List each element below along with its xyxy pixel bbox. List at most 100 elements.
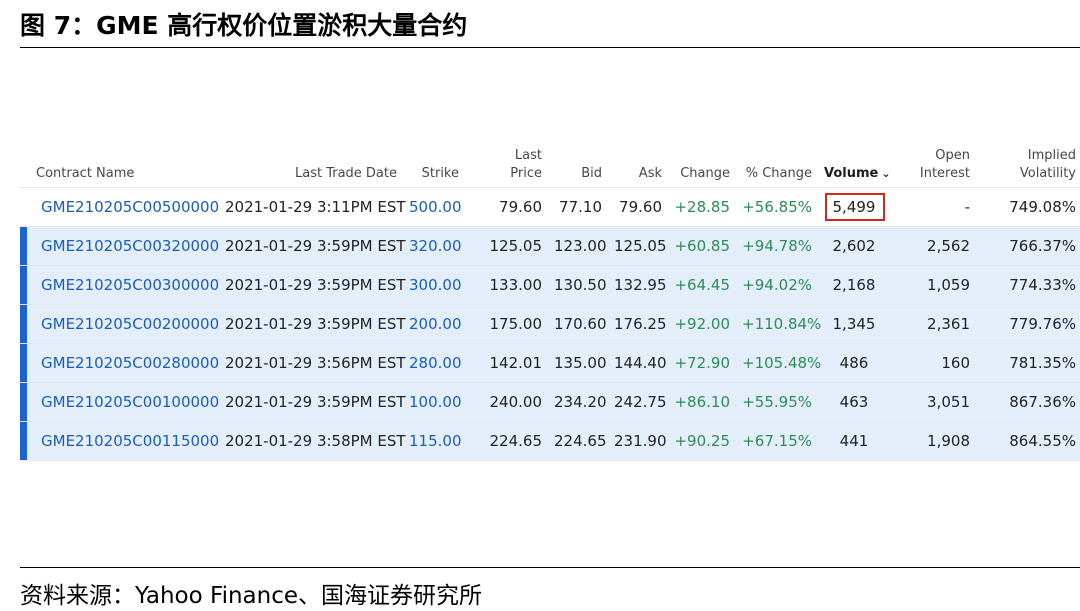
contract-name-link[interactable]: GME210205C00200000: [20, 304, 219, 344]
last-price-cell: 125.05: [465, 226, 548, 266]
bid-cell: 234.20: [548, 382, 608, 422]
col-header-contract-name[interactable]: Contract Name: [20, 143, 219, 188]
volume-cell: 5,499: [818, 187, 890, 227]
bid-cell: 77.10: [548, 187, 608, 227]
last-trade-date-cell: 2021-01-29 3:59PM EST: [219, 304, 406, 344]
pct-change-cell: +67.15%: [736, 421, 818, 461]
volume-cell: 2,602: [818, 226, 890, 266]
col-header-strike[interactable]: Strike: [403, 143, 465, 188]
table-row: GME210205C00115000 2021-01-29 3:58PM EST 1…: [20, 421, 1080, 461]
pct-change-cell: +94.02%: [736, 265, 818, 305]
last-trade-date-cell: 2021-01-29 3:59PM EST: [219, 265, 406, 305]
implied-volatility-cell: 781.35%: [976, 343, 1080, 383]
last-trade-date-cell: 2021-01-29 3:11PM EST: [219, 187, 406, 227]
last-price-cell: 133.00: [465, 265, 548, 305]
last-trade-date-cell: 2021-01-29 3:59PM EST: [219, 382, 406, 422]
col-header-open-interest[interactable]: Open Interest: [890, 143, 976, 188]
contract-name-link[interactable]: GME210205C00300000: [20, 265, 219, 305]
contract-name-link[interactable]: GME210205C00500000: [20, 187, 219, 227]
ask-cell: 132.95: [608, 265, 668, 305]
col-header-implied-volatility[interactable]: Implied Volatility: [976, 143, 1080, 188]
change-cell: +86.10: [668, 382, 736, 422]
ask-cell: 144.40: [608, 343, 668, 383]
implied-volatility-cell: 749.08%: [976, 187, 1080, 227]
strike-link[interactable]: 280.00: [403, 343, 465, 383]
volume-cell: 441: [818, 421, 890, 461]
title-rule: [20, 47, 1080, 48]
contract-name-link[interactable]: GME210205C00320000: [20, 226, 219, 266]
strike-link[interactable]: 300.00: [403, 265, 465, 305]
strike-link[interactable]: 100.00: [403, 382, 465, 422]
implied-volatility-cell: 867.36%: [976, 382, 1080, 422]
strike-link[interactable]: 200.00: [403, 304, 465, 344]
contract-name-link[interactable]: GME210205C00100000: [20, 382, 219, 422]
open-interest-cell: 3,051: [890, 382, 976, 422]
ask-cell: 231.90: [608, 421, 668, 461]
last-trade-date-cell: 2021-01-29 3:58PM EST: [219, 421, 406, 461]
col-header-pct-change[interactable]: % Change: [736, 143, 818, 188]
strike-link[interactable]: 500.00: [403, 187, 465, 227]
implied-volatility-cell: 779.76%: [976, 304, 1080, 344]
chevron-down-icon: ⌄: [881, 167, 891, 180]
options-table: Contract Name Last Trade Date Strike Las…: [20, 143, 1080, 461]
ask-cell: 125.05: [608, 226, 668, 266]
last-price-cell: 79.60: [465, 187, 548, 227]
implied-volatility-cell: 864.55%: [976, 421, 1080, 461]
bid-cell: 123.00: [548, 226, 608, 266]
open-interest-cell: 1,908: [890, 421, 976, 461]
ask-cell: 176.25: [608, 304, 668, 344]
table-row: GME210205C00200000 2021-01-29 3:59PM EST 2…: [20, 304, 1080, 344]
bid-cell: 130.50: [548, 265, 608, 305]
col-header-last-trade-date[interactable]: Last Trade Date: [219, 143, 403, 188]
volume-cell: 486: [818, 343, 890, 383]
change-cell: +90.25: [668, 421, 736, 461]
open-interest-cell: -: [890, 187, 976, 227]
volume-cell: 463: [818, 382, 890, 422]
last-trade-date-cell: 2021-01-29 3:59PM EST: [219, 226, 406, 266]
volume-cell: 2,168: [818, 265, 890, 305]
strike-link[interactable]: 115.00: [403, 421, 465, 461]
table-row: GME210205C00100000 2021-01-29 3:59PM EST 1…: [20, 382, 1080, 422]
table-row: GME210205C00500000 2021-01-29 3:11PM EST 5…: [20, 187, 1080, 227]
pct-change-cell: +94.78%: [736, 226, 818, 266]
last-price-cell: 142.01: [465, 343, 548, 383]
open-interest-cell: 2,562: [890, 226, 976, 266]
open-interest-cell: 160: [890, 343, 976, 383]
ask-cell: 242.75: [608, 382, 668, 422]
bid-cell: 135.00: [548, 343, 608, 383]
last-price-cell: 175.00: [465, 304, 548, 344]
ask-cell: 79.60: [608, 187, 668, 227]
col-header-bid[interactable]: Bid: [548, 143, 608, 188]
contract-name-link[interactable]: GME210205C00115000: [20, 421, 219, 461]
change-cell: +64.45: [668, 265, 736, 305]
col-header-ask[interactable]: Ask: [608, 143, 668, 188]
pct-change-cell: +105.48%: [736, 343, 821, 383]
last-trade-date-cell: 2021-01-29 3:56PM EST: [219, 343, 406, 383]
change-cell: +92.00: [668, 304, 736, 344]
table-row: GME210205C00320000 2021-01-29 3:59PM EST 3…: [20, 226, 1080, 266]
contract-name-link[interactable]: GME210205C00280000: [20, 343, 219, 383]
change-cell: +72.90: [668, 343, 736, 383]
strike-link[interactable]: 320.00: [403, 226, 465, 266]
table-header-row: Contract Name Last Trade Date Strike Las…: [20, 143, 1080, 188]
last-price-cell: 240.00: [465, 382, 548, 422]
bid-cell: 170.60: [548, 304, 608, 344]
pct-change-cell: +56.85%: [736, 187, 818, 227]
volume-callout-box: 5,499: [824, 193, 886, 221]
col-header-volume-label: Volume: [824, 166, 879, 181]
change-cell: +28.85: [668, 187, 736, 227]
table-row: GME210205C00300000 2021-01-29 3:59PM EST 3…: [20, 265, 1080, 305]
open-interest-cell: 2,361: [890, 304, 976, 344]
col-header-change[interactable]: Change: [668, 143, 736, 188]
pct-change-cell: +55.95%: [736, 382, 818, 422]
figure-title: 图 7：GME 高行权价位置淤积大量合约: [20, 11, 468, 40]
open-interest-cell: 1,059: [890, 265, 976, 305]
pct-change-cell: +110.84%: [736, 304, 821, 344]
col-header-last-price[interactable]: Last Price: [465, 143, 548, 188]
change-cell: +60.85: [668, 226, 736, 266]
figure-source: 资料来源：Yahoo Finance、国海证券研究所: [20, 583, 482, 609]
col-header-volume[interactable]: Volume ⌄: [818, 143, 891, 188]
implied-volatility-cell: 774.33%: [976, 265, 1080, 305]
volume-cell: 1,345: [818, 304, 890, 344]
last-price-cell: 224.65: [465, 421, 548, 461]
